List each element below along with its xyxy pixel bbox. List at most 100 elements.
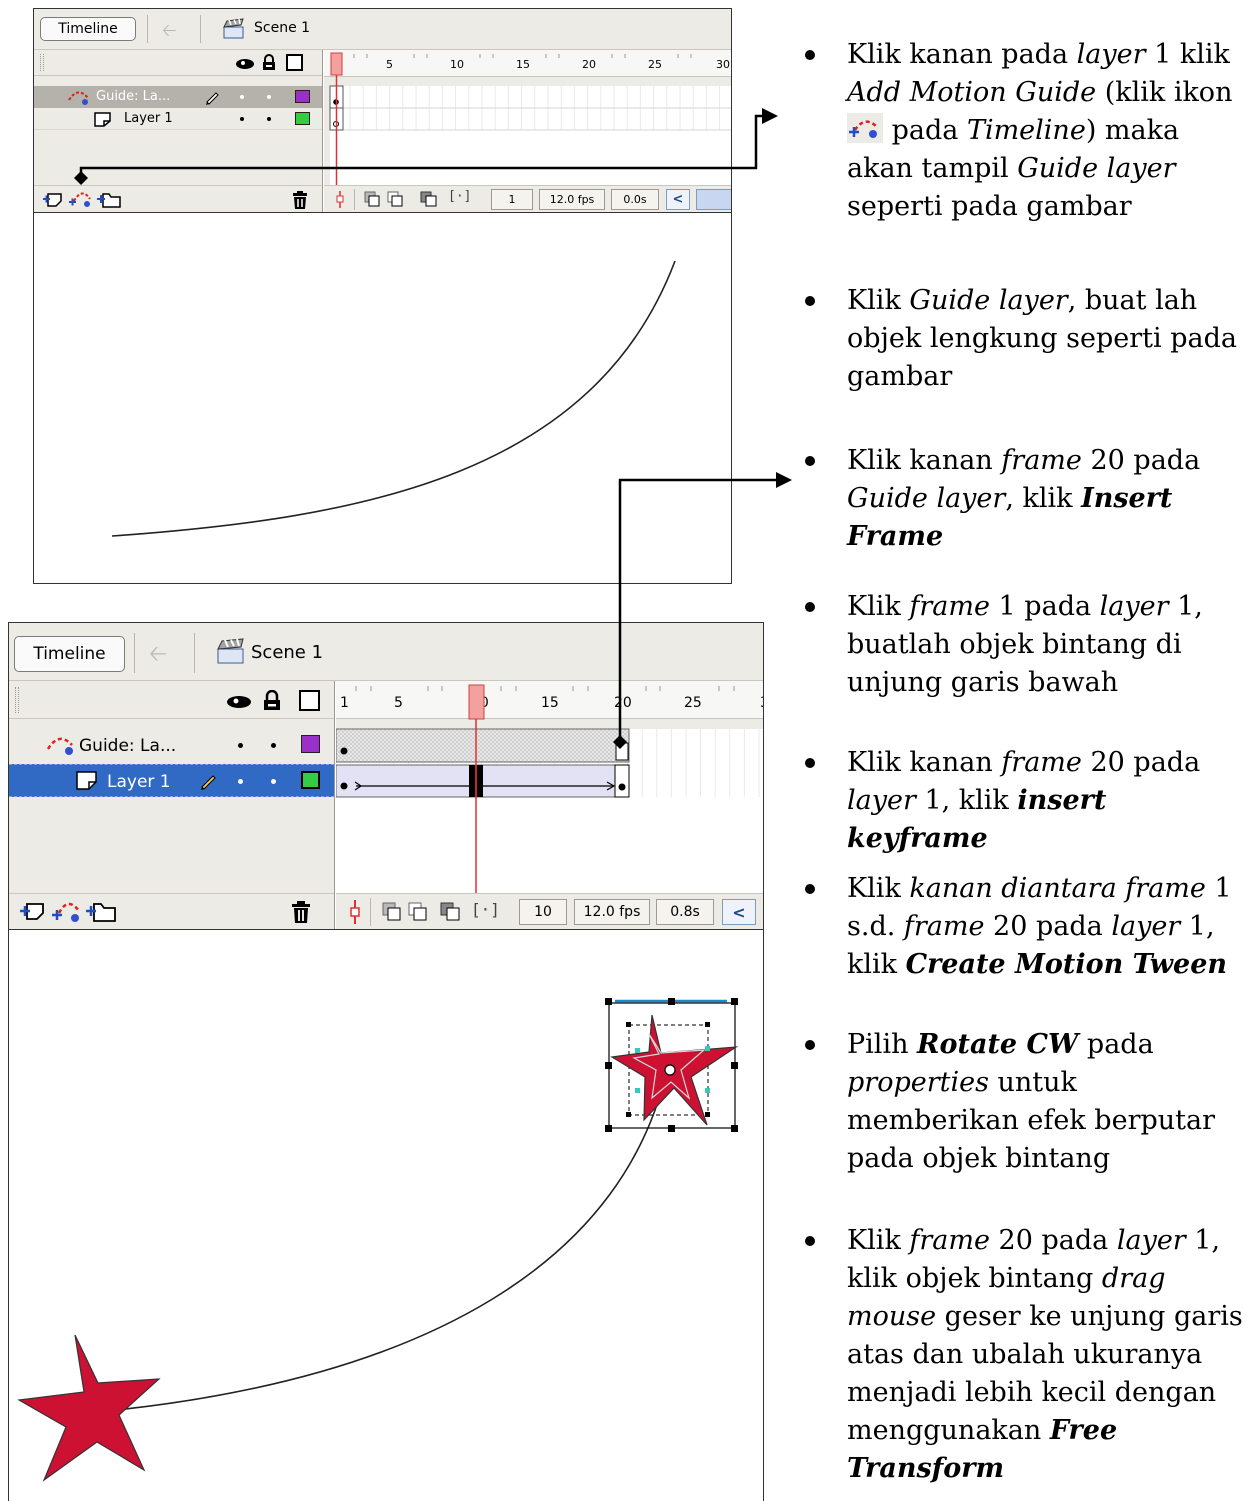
scrollbar-track[interactable]: [696, 189, 731, 210]
outline-color-swatch[interactable]: [301, 735, 320, 753]
add-motion-guide-icon[interactable]: [51, 898, 83, 924]
eye-icon[interactable]: [235, 56, 255, 70]
elapsed-time-field: 0.8s: [656, 899, 714, 925]
add-motion-guide-icon: [847, 113, 883, 143]
instruction-item: Klik kanan diantara frame 1 s.d. frame 2…: [790, 870, 1250, 984]
trash-icon[interactable]: [290, 900, 312, 924]
outline-color-swatch[interactable]: [295, 90, 310, 103]
separator: [200, 15, 201, 43]
layer-pane-toolbar: [9, 893, 334, 929]
add-layer-icon[interactable]: [42, 191, 64, 208]
visibility-dot[interactable]: [240, 95, 244, 99]
outline-icon[interactable]: [299, 690, 320, 711]
edit-multiple-frames-icon[interactable]: [420, 191, 438, 207]
timeline-topbar: Timeline 🡠 Scene 1: [34, 9, 731, 50]
lock-icon[interactable]: [261, 54, 277, 71]
center-frame-icon[interactable]: [348, 900, 362, 924]
layer-name[interactable]: Layer 1: [124, 111, 173, 126]
instruction-item: Klik kanan frame 20 pada Guide layer, kl…: [790, 442, 1250, 556]
free-transform-bounding-box: [605, 998, 739, 1132]
bullet: [805, 602, 815, 612]
layer-icon: [94, 112, 111, 127]
separator: [147, 15, 148, 43]
eye-icon[interactable]: [226, 692, 252, 710]
modify-onion-markers-icon[interactable]: [·]: [448, 189, 471, 204]
timeline-tab[interactable]: Timeline: [14, 636, 125, 672]
layer-name[interactable]: Layer 1: [107, 772, 171, 792]
insert-folder-icon[interactable]: [96, 189, 122, 209]
onion-skin-icon[interactable]: [364, 191, 408, 207]
layer-row-1[interactable]: Layer 1: [9, 764, 334, 797]
bullet: [805, 758, 815, 768]
scene-icon: [217, 638, 244, 664]
keyframe-dot: [340, 782, 348, 790]
layer-row-guide[interactable]: Guide: La...: [9, 729, 334, 762]
back-arrow-icon[interactable]: 🡠: [162, 18, 177, 48]
visibility-dot[interactable]: [240, 117, 244, 121]
frame-area: 1 5 10 15 20 25 3: [336, 681, 763, 929]
pencil-icon: [206, 92, 219, 105]
scroll-left-button[interactable]: <: [666, 189, 690, 210]
insert-folder-icon[interactable]: [85, 898, 117, 924]
current-frame-field: 1: [491, 189, 533, 210]
instruction-item: Klik frame 1 pada layer 1, buatlah objek…: [790, 588, 1250, 702]
layer-header: [9, 681, 334, 719]
motion-guide-curve: [96, 1059, 670, 1413]
back-arrow-icon[interactable]: 🡠: [149, 637, 167, 675]
lock-dot[interactable]: [271, 779, 276, 784]
lock-icon[interactable]: [262, 690, 282, 711]
bullet: [805, 296, 815, 306]
flash-screenshot-1: Timeline 🡠 Scene 1 Guide: La... Layer 1 …: [33, 8, 732, 584]
separator: [354, 189, 355, 210]
panel-grip[interactable]: [15, 687, 19, 713]
instruction-item: Klik frame 20 pada layer 1, klik objek b…: [790, 1222, 1250, 1488]
timeline-tab[interactable]: Timeline: [40, 17, 136, 41]
frame-area: 1 5 10 15 20 25 30: [324, 50, 731, 212]
scene-label: Scene 1: [254, 20, 311, 36]
separator: [134, 633, 135, 673]
instruction-item: Klik kanan pada layer 1 klik Add Motion …: [790, 36, 1250, 226]
playhead-head: [330, 52, 343, 76]
scene-icon: [223, 18, 244, 39]
current-frame-field: 10: [519, 899, 567, 925]
lock-dot[interactable]: [267, 117, 271, 121]
fps-field[interactable]: 12.0 fps: [539, 189, 605, 210]
outline-icon[interactable]: [286, 54, 303, 71]
frame-toolbar: [·] 10 12.0 fps 0.8s <: [336, 893, 763, 929]
layer-pane: Guide: La... Layer 1: [9, 681, 335, 929]
fps-field[interactable]: 12.0 fps: [574, 899, 650, 925]
add-motion-guide-icon[interactable]: [68, 189, 94, 209]
center-frame-icon[interactable]: [334, 191, 346, 208]
modify-onion-markers-icon[interactable]: [·]: [471, 900, 500, 919]
layer-icon: [76, 771, 97, 790]
bullet: [805, 456, 815, 466]
outline-color-swatch[interactable]: [295, 112, 310, 125]
trash-icon[interactable]: [291, 190, 309, 210]
bullet: [805, 50, 815, 60]
instruction-item: Pilih Rotate CW pada properties untuk me…: [790, 1026, 1250, 1178]
layer-row-1[interactable]: Layer 1: [34, 108, 322, 130]
bullet: [805, 1040, 815, 1050]
timeline-topbar: Timeline 🡠 Scene 1: [9, 623, 763, 681]
outline-color-swatch[interactable]: [301, 771, 320, 789]
lock-dot[interactable]: [271, 743, 276, 748]
instruction-item: Klik kanan frame 20 pada layer 1, klik i…: [790, 744, 1250, 858]
edit-multiple-frames-icon[interactable]: [440, 902, 462, 922]
visibility-dot[interactable]: [238, 779, 243, 784]
motion-guide-curve: [111, 260, 676, 537]
layer-header: [34, 50, 322, 76]
visibility-dot[interactable]: [238, 743, 243, 748]
lock-dot[interactable]: [267, 95, 271, 99]
separator: [194, 633, 195, 673]
onion-skin-icon[interactable]: [382, 902, 430, 922]
layer-name[interactable]: Guide: La...: [96, 89, 170, 104]
playhead-head: [468, 684, 485, 720]
elapsed-time-field: 0.0s: [611, 189, 659, 210]
add-layer-icon[interactable]: [19, 900, 47, 922]
bullet: [805, 1236, 815, 1246]
panel-grip[interactable]: [40, 54, 44, 71]
layer-row-guide[interactable]: Guide: La...: [34, 86, 322, 108]
scroll-left-button[interactable]: <: [722, 899, 756, 925]
layer-name[interactable]: Guide: La...: [79, 736, 176, 756]
bullet: [805, 884, 815, 894]
